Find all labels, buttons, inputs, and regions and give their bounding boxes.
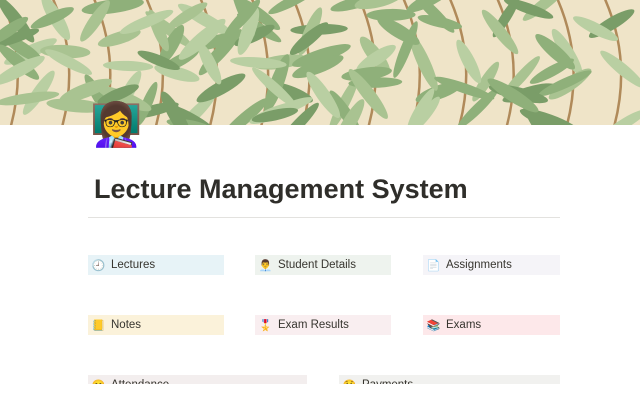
link-student-details[interactable]: 👨‍💼 Student Details — [255, 255, 391, 275]
link-assignments[interactable]: 📄 Assignments — [423, 255, 560, 275]
page-title: Lecture Management System — [94, 174, 468, 204]
link-lectures[interactable]: 🕘 Lectures — [88, 255, 224, 275]
link-notes[interactable]: 📒 Notes — [88, 315, 224, 335]
link-label: Exams — [446, 319, 482, 331]
link-exams[interactable]: 📚 Exams — [423, 315, 560, 335]
leaf — [456, 39, 482, 84]
leaf — [604, 109, 640, 125]
document-icon: 📄 — [426, 259, 441, 272]
student-icon: 👨‍💼 — [258, 259, 273, 272]
notebook-icon: 📒 — [91, 319, 106, 332]
books-icon: 📚 — [426, 319, 441, 332]
leaf — [481, 9, 519, 55]
leaf — [81, 0, 144, 15]
link-label: Assignments — [446, 259, 512, 271]
clock-icon: 🕘 — [91, 259, 106, 272]
page-icon[interactable]: 👩‍🏫 — [90, 100, 142, 150]
leaf — [600, 50, 640, 89]
link-label: Student Details — [278, 259, 356, 271]
divider — [88, 217, 560, 218]
link-label: Notes — [111, 319, 142, 331]
medal-icon: 🎖️ — [258, 319, 273, 332]
link-label: Exam Results — [278, 319, 349, 331]
link-exam-results[interactable]: 🎖️ Exam Results — [255, 315, 391, 335]
link-label: Lectures — [111, 259, 156, 271]
viewport-edge — [0, 384, 640, 400]
